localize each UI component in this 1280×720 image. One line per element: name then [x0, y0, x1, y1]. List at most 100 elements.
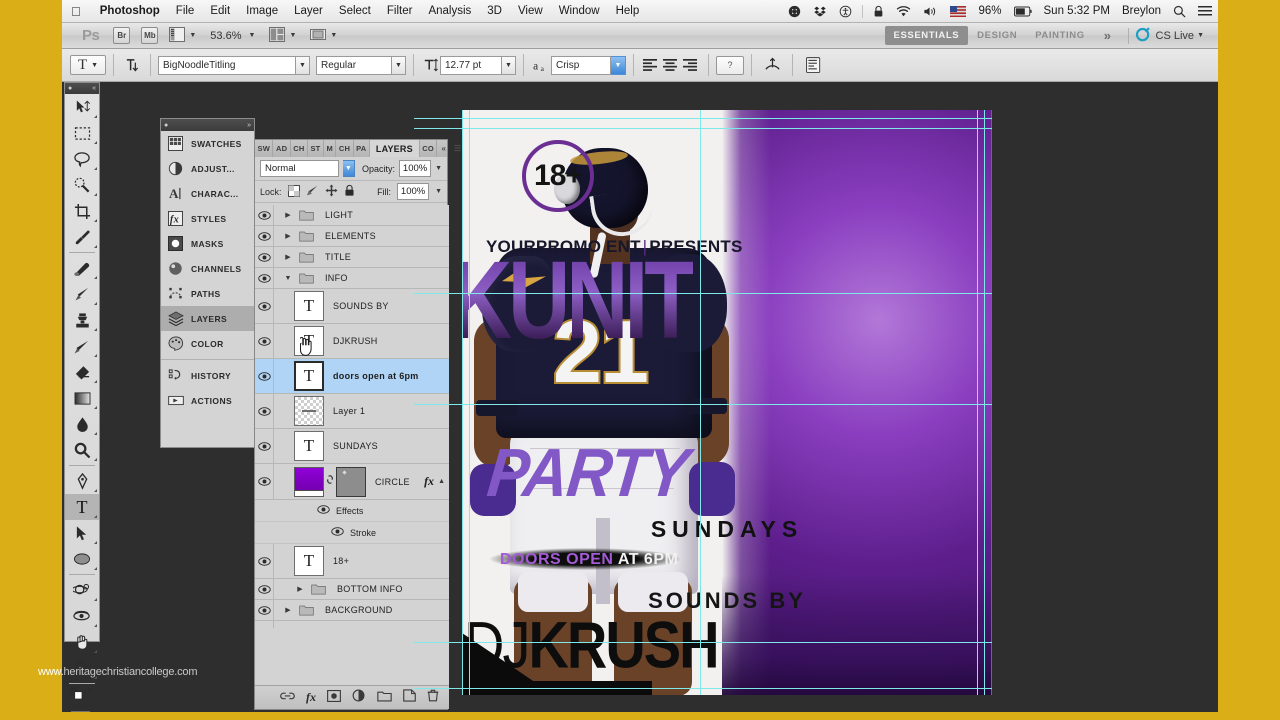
lock-all-icon[interactable]	[344, 184, 355, 199]
align-right-icon[interactable]	[681, 56, 701, 75]
tab-swatches[interactable]: SW	[255, 140, 274, 157]
dock-item-actions[interactable]: ACTIONS	[161, 388, 254, 413]
font-family-dropdown-arrow[interactable]: ▼	[296, 55, 310, 75]
menu-photoshop[interactable]: Photoshop	[92, 5, 168, 17]
lock-transparent-icon[interactable]	[287, 184, 300, 199]
tab-adjustments[interactable]: AD	[273, 140, 291, 157]
color-swatches[interactable]	[65, 709, 99, 712]
volume-icon[interactable]	[917, 5, 944, 18]
font-size-dropdown-arrow[interactable]: ▼	[502, 55, 516, 75]
layer-visibility-icon[interactable]	[255, 441, 273, 451]
tool-crop[interactable]	[65, 198, 99, 224]
layer-thumbnail-text[interactable]: T	[294, 291, 324, 321]
menu-layer[interactable]: Layer	[286, 5, 331, 17]
battery-icon[interactable]	[1008, 6, 1038, 17]
tool-hand[interactable]	[65, 629, 99, 655]
layer-visibility-icon[interactable]	[255, 336, 273, 346]
cs-live-menu[interactable]: CS Live ▼	[1135, 26, 1218, 45]
tool-path-selection[interactable]	[65, 520, 99, 546]
menu-filter[interactable]: Filter	[379, 5, 421, 17]
new-group-icon[interactable]	[377, 689, 392, 707]
dock-item-paths[interactable]: PATHS	[161, 281, 254, 306]
lock-icon[interactable]	[867, 5, 890, 18]
dock-item-color[interactable]: COLOR	[161, 331, 254, 356]
tool-dodge[interactable]	[65, 437, 99, 463]
effects-visibility-icon[interactable]	[317, 505, 330, 516]
menu-3d[interactable]: 3D	[479, 5, 510, 17]
font-family-input[interactable]: BigNoodleTitling	[158, 55, 296, 75]
toolbox-drag-handle[interactable]: ● «	[65, 83, 99, 94]
group-disclosure-triangle[interactable]: ▶	[280, 232, 296, 240]
tool-move[interactable]	[65, 94, 99, 120]
font-style-input[interactable]: Regular	[316, 55, 392, 75]
screen-mode-dropdown[interactable]: ▼	[310, 27, 337, 45]
layer-visibility-icon[interactable]	[255, 371, 273, 381]
text-color-swatch[interactable]: ?	[716, 55, 744, 75]
layer-visibility-icon[interactable]	[255, 556, 273, 566]
anti-alias-dropdown-arrow[interactable]: ▼	[611, 55, 626, 75]
font-size-input[interactable]: 12.77 pt	[440, 55, 502, 75]
add-mask-icon[interactable]	[327, 689, 341, 707]
effect-visibility-icon[interactable]	[331, 527, 344, 538]
launch-mini-bridge-button[interactable]: Mb	[141, 27, 159, 44]
wifi-icon[interactable]	[890, 5, 917, 18]
tab-styles[interactable]: ST	[308, 140, 324, 157]
tab-masks[interactable]: M	[324, 140, 337, 157]
menu-file[interactable]: File	[168, 5, 203, 17]
layer-thumbnail-shape[interactable]	[294, 466, 324, 497]
layer-style-icon[interactable]: fx	[306, 690, 316, 705]
layer-visibility-icon[interactable]	[255, 210, 273, 220]
tool-brush[interactable]	[65, 281, 99, 307]
tab-paths[interactable]: PA	[354, 140, 370, 157]
layer-thumbnail-text[interactable]: T	[294, 431, 324, 461]
zoom-level-dropdown[interactable]: 53.6% ▼	[210, 30, 255, 42]
notifications-icon[interactable]	[1192, 5, 1218, 17]
dock-item-adjustments[interactable]: ADJUST...	[161, 156, 254, 181]
layer-visibility-icon[interactable]	[255, 231, 273, 241]
adjustment-layer-icon[interactable]	[352, 689, 366, 707]
menu-window[interactable]: Window	[551, 5, 608, 17]
lock-position-icon[interactable]	[325, 184, 338, 199]
menu-view[interactable]: View	[510, 5, 551, 17]
menu-analysis[interactable]: Analysis	[420, 5, 479, 17]
tool-eyedropper[interactable]	[65, 224, 99, 250]
group-disclosure-triangle[interactable]: ▶	[280, 253, 296, 261]
dock-item-character[interactable]: A CHARAC...	[161, 181, 254, 206]
tool-lasso[interactable]	[65, 146, 99, 172]
layer-visibility-icon[interactable]	[255, 477, 273, 486]
tab-layers[interactable]: LAYERS	[369, 140, 420, 157]
character-paragraph-panels-icon[interactable]	[800, 57, 826, 73]
dock-item-masks[interactable]: MASKS	[161, 231, 254, 256]
tool-ellipse-shape[interactable]	[65, 546, 99, 572]
layer-thumbnail-text[interactable]: T	[294, 361, 324, 391]
layer-visibility-icon[interactable]	[255, 605, 273, 615]
menu-help[interactable]: Help	[608, 5, 648, 17]
user-label[interactable]: Breylon	[1116, 5, 1167, 17]
text-orientation-button[interactable]	[121, 57, 143, 74]
default-colors-icon[interactable]	[70, 687, 83, 705]
clock-label[interactable]: Sun 5:32 PM	[1038, 5, 1116, 17]
anti-alias-input[interactable]: Crisp	[551, 55, 611, 75]
layer-thumbnail-text[interactable]: T	[294, 546, 324, 576]
swap-colors-icon[interactable]	[83, 687, 95, 705]
dropbox-icon[interactable]	[807, 5, 833, 18]
lock-image-icon[interactable]	[306, 185, 319, 199]
tab-character[interactable]: CH	[291, 140, 308, 157]
align-center-icon[interactable]	[661, 56, 681, 75]
dock-drag-handle[interactable]: ●»	[161, 119, 254, 131]
tool-marquee[interactable]	[65, 120, 99, 146]
dock-item-channels[interactable]: CHANNELS	[161, 256, 254, 281]
link-mask-icon[interactable]	[326, 473, 334, 491]
group-disclosure-triangle[interactable]: ▶	[292, 585, 308, 593]
tool-pen[interactable]	[65, 468, 99, 494]
tool-clone-stamp[interactable]	[65, 307, 99, 333]
dock-item-layers[interactable]: LAYERS	[161, 306, 254, 331]
align-left-icon[interactable]	[641, 56, 661, 75]
dock-item-styles[interactable]: fx STYLES	[161, 206, 254, 231]
evernote-icon[interactable]	[782, 5, 807, 18]
workspace-more-button[interactable]: »	[1094, 28, 1122, 43]
tool-3d-object-rotate[interactable]	[65, 577, 99, 603]
menu-select[interactable]: Select	[331, 5, 379, 17]
group-disclosure-triangle[interactable]: ▶	[280, 211, 296, 219]
group-disclosure-triangle[interactable]: ▶	[280, 606, 296, 614]
